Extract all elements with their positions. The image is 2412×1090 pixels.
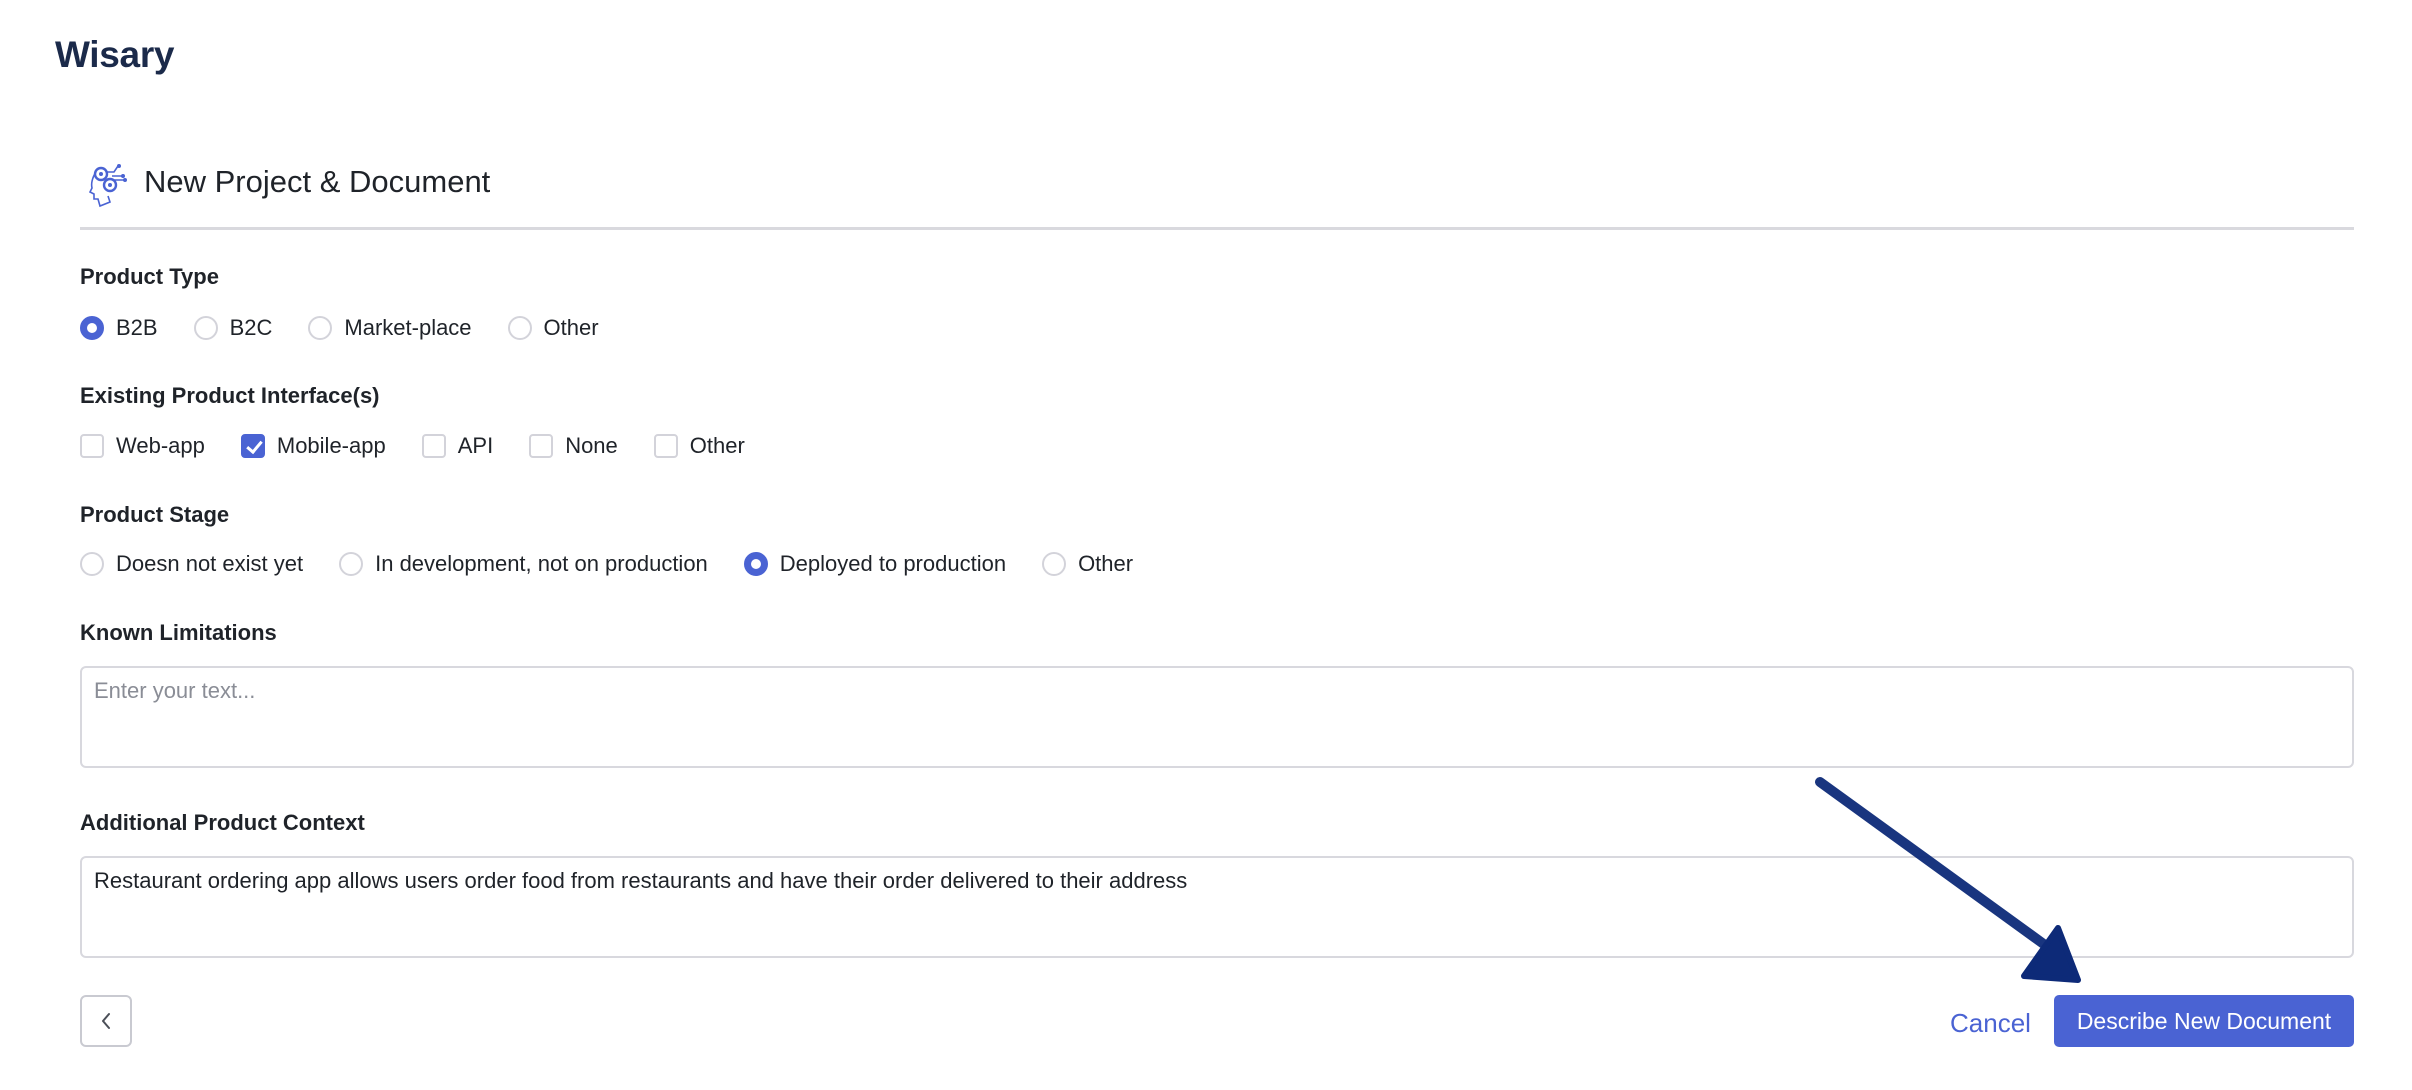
option-label: API bbox=[457, 433, 494, 458]
interface-option-other[interactable]: Other bbox=[653, 433, 745, 459]
stage-option-in-development[interactable]: In development, not on production bbox=[339, 551, 708, 577]
interface-option-mobile-app[interactable]: Mobile-app bbox=[240, 433, 386, 459]
product-type-option-other[interactable]: Other bbox=[507, 315, 599, 341]
checkbox-mobile-app[interactable] bbox=[240, 434, 265, 458]
card-header: New Project & Document bbox=[80, 160, 2354, 230]
back-button[interactable] bbox=[80, 995, 132, 1047]
option-label: Deployed to production bbox=[779, 551, 1007, 576]
checkbox-other[interactable] bbox=[653, 434, 678, 458]
option-label: Mobile-app bbox=[276, 433, 386, 458]
checkbox-web-app[interactable] bbox=[80, 434, 104, 458]
stage-option-other[interactable]: Other bbox=[1042, 551, 1133, 577]
product-stage-options: Doesn not exist yet In development, not … bbox=[80, 548, 1169, 580]
option-label: Other bbox=[543, 315, 599, 340]
product-type-option-b2b[interactable]: B2B bbox=[80, 315, 158, 341]
stage-option-not-exist[interactable]: Doesn not exist yet bbox=[80, 551, 303, 577]
known-limitations-input[interactable] bbox=[80, 666, 2354, 768]
product-type-option-marketplace[interactable]: Market-place bbox=[308, 315, 472, 341]
radio-deployed[interactable] bbox=[743, 552, 768, 576]
app-title: Wisary bbox=[55, 34, 175, 75]
radio-other[interactable] bbox=[507, 316, 532, 340]
additional-context-input[interactable] bbox=[80, 856, 2354, 958]
radio-not-exist[interactable] bbox=[80, 552, 104, 576]
page-title: New Project & Document bbox=[144, 164, 491, 199]
option-label: Market-place bbox=[344, 315, 472, 340]
option-label: B2C bbox=[229, 315, 273, 340]
additional-context-label: Additional Product Context bbox=[80, 810, 365, 835]
product-stage-label: Product Stage bbox=[80, 502, 230, 527]
interface-option-api[interactable]: API bbox=[421, 433, 494, 459]
option-label: Web-app bbox=[116, 433, 205, 458]
radio-stage-other[interactable] bbox=[1042, 552, 1067, 576]
brain-gears-icon bbox=[88, 164, 127, 208]
checkbox-api[interactable] bbox=[421, 434, 446, 458]
option-label: Other bbox=[689, 433, 745, 458]
radio-b2b[interactable] bbox=[80, 316, 104, 340]
option-label: B2B bbox=[116, 315, 158, 340]
option-label: None bbox=[565, 433, 618, 458]
option-label: Other bbox=[1078, 551, 1134, 576]
option-label: Doesn not exist yet bbox=[116, 551, 304, 576]
product-type-options: B2B B2C Market-place Other bbox=[80, 312, 635, 344]
checkbox-none[interactable] bbox=[529, 434, 554, 458]
chevron-left-icon bbox=[102, 1013, 110, 1029]
stage-option-deployed[interactable]: Deployed to production bbox=[743, 551, 1007, 577]
interfaces-label: Existing Product Interface(s) bbox=[80, 383, 380, 408]
product-type-label: Product Type bbox=[80, 264, 219, 289]
interface-option-none[interactable]: None bbox=[529, 433, 618, 459]
radio-b2c[interactable] bbox=[193, 316, 218, 340]
interface-option-web-app[interactable]: Web-app bbox=[80, 433, 205, 459]
product-type-option-b2c[interactable]: B2C bbox=[193, 315, 273, 341]
known-limitations-label: Known Limitations bbox=[80, 620, 277, 645]
option-label: In development, not on production bbox=[375, 551, 708, 576]
submit-button[interactable]: Describe New Document bbox=[2054, 995, 2354, 1047]
radio-marketplace[interactable] bbox=[308, 316, 333, 340]
cancel-button[interactable]: Cancel bbox=[1950, 1008, 2031, 1039]
interfaces-options: Web-app Mobile-app API None Other bbox=[80, 430, 781, 462]
radio-in-development[interactable] bbox=[339, 552, 364, 576]
